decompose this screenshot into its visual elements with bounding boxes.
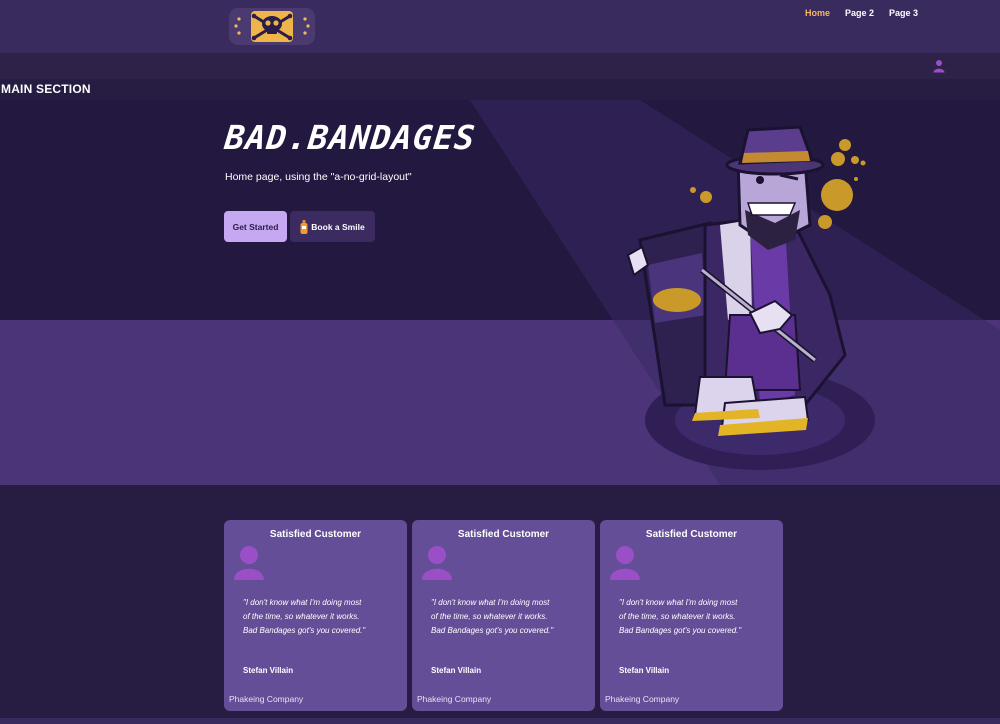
company-name: Phakeing Company (229, 694, 304, 704)
user-icon[interactable] (933, 59, 945, 73)
company-name: Phakeing Company (605, 694, 680, 704)
testimonial-card: Satisfied Customer "I don't know what I'… (600, 520, 783, 711)
logo[interactable] (229, 8, 315, 45)
avatar-icon (422, 546, 452, 580)
bottle-icon (300, 219, 308, 234)
nav-bar (0, 53, 1000, 79)
footer-strip (0, 718, 1000, 724)
main-section-title: MAIN SECTION (1, 82, 91, 96)
avatar-icon (234, 546, 264, 580)
get-started-button[interactable]: Get Started (224, 211, 287, 242)
book-a-smile-button[interactable]: Book a Smile (290, 211, 375, 242)
card-title: Satisfied Customer (457, 529, 550, 540)
nav-page-3[interactable]: Page 3 (889, 8, 918, 18)
customer-name: Stefan Villain (431, 666, 482, 675)
card-title: Satisfied Customer (269, 529, 362, 540)
testimonial-quote: "I don't know what I'm doing most of the… (431, 598, 554, 635)
nav-home[interactable]: Home (805, 8, 830, 18)
hero-subtitle: Home page, using the "a-no-grid-layout" (225, 171, 412, 183)
company-name: Phakeing Company (417, 694, 492, 704)
customer-name: Stefan Villain (243, 666, 294, 675)
avatar-icon (610, 546, 640, 580)
testimonial-quote: "I don't know what I'm doing most of the… (619, 598, 742, 635)
card-title: Satisfied Customer (645, 529, 738, 540)
testimonial-card: Satisfied Customer "I don't know what I'… (412, 520, 595, 711)
testimonial-quote: "I don't know what I'm doing most of the… (243, 598, 366, 635)
brand-title: BAD.BANDAGES (222, 118, 478, 157)
skull-crossbones-icon (234, 11, 310, 42)
villain-mascot-illustration (626, 125, 875, 470)
customer-name: Stefan Villain (619, 666, 670, 675)
nav-page-2[interactable]: Page 2 (845, 8, 874, 18)
book-a-smile-label: Book a Smile (311, 221, 365, 232)
testimonial-card: Satisfied Customer "I don't know what I'… (224, 520, 407, 711)
